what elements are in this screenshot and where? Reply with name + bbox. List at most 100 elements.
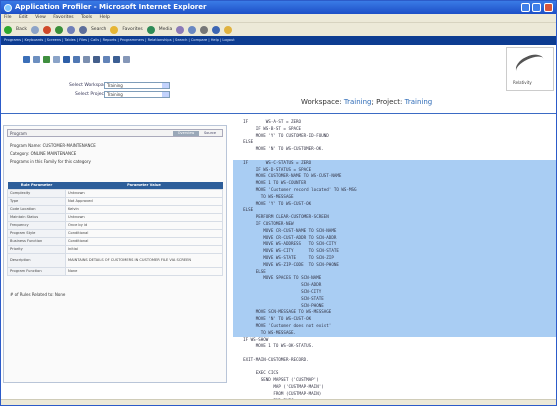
table-row: Frequency Once by id [7,220,223,230]
code-line: MOVE CR-CUST-ADDR TO SCN-ADDR [233,234,556,242]
rule-parameter-table: Rule Parameter Parameter Value Complexit… [7,182,223,276]
tool-icon-5[interactable] [63,56,70,63]
code-line: MOVE 'N' TO WS-CUSTOMER-OK. [233,146,324,152]
tool-icon-6[interactable] [73,56,80,63]
code-line: MOVE 1 TO WS-OK-STATUS. [233,343,314,349]
checkmark-icon[interactable] [43,56,50,63]
chevron-down-icon[interactable] [162,92,169,97]
code-line: ELSE [233,139,254,145]
table-header-row: Rule Parameter Parameter Value [7,182,223,189]
refresh-icon[interactable] [54,25,63,34]
workspace-heading-value: Training [343,98,372,106]
ie-icon [4,4,12,12]
minimize-button[interactable] [521,3,530,12]
code-line: MAP ('CUSTMAP-MAIN') [233,384,324,390]
code-line: MOVE 'Y' TO WS-CUST-OK [233,200,556,208]
chevron-down-icon[interactable] [162,83,169,88]
menu-favorites[interactable]: Favorites [53,15,73,20]
project-heading-label: ; Project: [371,98,403,106]
header-divider [1,113,556,114]
code-line: IF WS-D-STATUS = SPACE [233,166,556,174]
panel-title: Program [10,131,27,136]
app-nav-bar[interactable]: Programs | Keyboards | Screens | Tables … [1,36,556,45]
row-value: None [65,266,223,276]
back-label[interactable]: Back [16,27,27,32]
app-icon-toolbar [23,56,130,63]
code-line: SCN-PHONE [233,302,556,310]
project-select[interactable]: Training [104,91,170,98]
media-label[interactable]: Media [159,27,173,32]
folder-icon[interactable] [224,25,233,34]
overview-button[interactable]: Overview [173,131,199,136]
menu-file[interactable]: File [4,15,12,20]
code-line: EXEC CICS [233,370,279,376]
menu-tools[interactable]: Tools [81,15,92,20]
table-row: Type Not Approved [7,196,223,206]
history-icon[interactable] [176,25,185,34]
related-rules-count[interactable]: # of Rules Related to: None [7,292,223,298]
stop-icon[interactable] [42,25,51,34]
code-line: SCN-ADDR [233,282,556,289]
tool-icon-11[interactable] [123,56,130,63]
row-value: Once by id [65,220,223,230]
window-title: Application Profiler - Microsoft Interne… [15,3,207,11]
panel-header: Program Overview Source [7,129,223,137]
search-label[interactable]: Search [91,27,106,32]
logo-text: Relativity [513,80,532,85]
workspace-heading: Workspace: Training; Project: Training [301,98,432,106]
code-line: SCN-STATE [233,295,556,303]
favorites-icon[interactable] [110,25,119,34]
row-key: Type [7,196,66,206]
source-link[interactable]: Source [204,130,216,137]
tool-icon-4[interactable] [53,56,60,63]
source-code-panel: IF WS-A-ST = ZERO IF WS-B-ST = SPACE MOV… [233,119,556,399]
tool-icon-2[interactable] [33,56,40,63]
tool-icon-10[interactable] [113,56,120,63]
table-row: Description MAINTAINS DETAILS OF CUSTOMER… [7,252,223,268]
program-detail-panel: Program Overview Source Program Name: CU… [3,125,227,383]
mail-icon[interactable] [188,25,197,34]
workspace-select[interactable]: Training [104,82,170,89]
close-button[interactable] [544,3,553,12]
row-key: Business Function [7,236,66,246]
favorites-label[interactable]: Favorites [122,27,142,32]
tool-icon-9[interactable] [103,56,110,63]
print-icon[interactable] [200,25,209,34]
row-value: Not Approved [65,196,223,206]
code-line: FROM (CUSTMAP-MAIN) [233,390,322,396]
code-line: SEND MAPSET ('CUSTMAP') [233,377,319,383]
code-line: MOVE CR-CUST-NAME TO SCN-NAME [233,227,556,235]
code-line: MOVE WS-STATE TO SCN-ZIP [233,254,556,262]
row-key: Code Location [7,204,66,214]
table-row: Complexity Unknown [7,188,223,198]
code-line: MOVE WS-ZIP-CODE TO SCN-PHONE [233,261,556,269]
code-line: IF WS-SHOW [233,336,269,342]
code-line: ELSE [233,207,556,215]
search-icon[interactable] [78,25,87,34]
workspace-select-value: Training [107,83,123,88]
horizontal-scrollbar[interactable] [233,399,556,405]
code-line: MOVE 'N' TO WS-CUST-OK [233,316,556,323]
row-key: Program Function [7,266,66,276]
menu-view[interactable]: View [35,15,46,20]
table-row: Program Style Conditional [7,228,223,238]
tool-icon-8[interactable] [93,56,100,63]
menu-edit[interactable]: Edit [19,15,28,20]
code-line: MOVE 1 TO WS-COUNTER [233,180,556,187]
project-heading-value: Training [404,98,433,106]
status-bar [1,399,233,405]
edit-icon[interactable] [212,25,221,34]
back-icon[interactable] [4,25,12,34]
menu-help[interactable]: Help [100,15,110,20]
code-line: MOVE WS-ADDRESS TO SCN-CITY [233,241,556,249]
forward-icon[interactable] [30,25,39,34]
media-icon[interactable] [146,25,155,34]
home-icon[interactable] [66,25,75,34]
maximize-button[interactable] [532,3,541,12]
program-category: Category: ONLINE MAINTENANCE [10,151,77,156]
tool-icon-1[interactable] [23,56,30,63]
program-note: Programs in this Family for this categor… [10,159,91,164]
tool-icon-7[interactable] [83,56,90,63]
code-line: EXIT-MAIN-CUSTOMER-RECORD. [233,356,309,362]
